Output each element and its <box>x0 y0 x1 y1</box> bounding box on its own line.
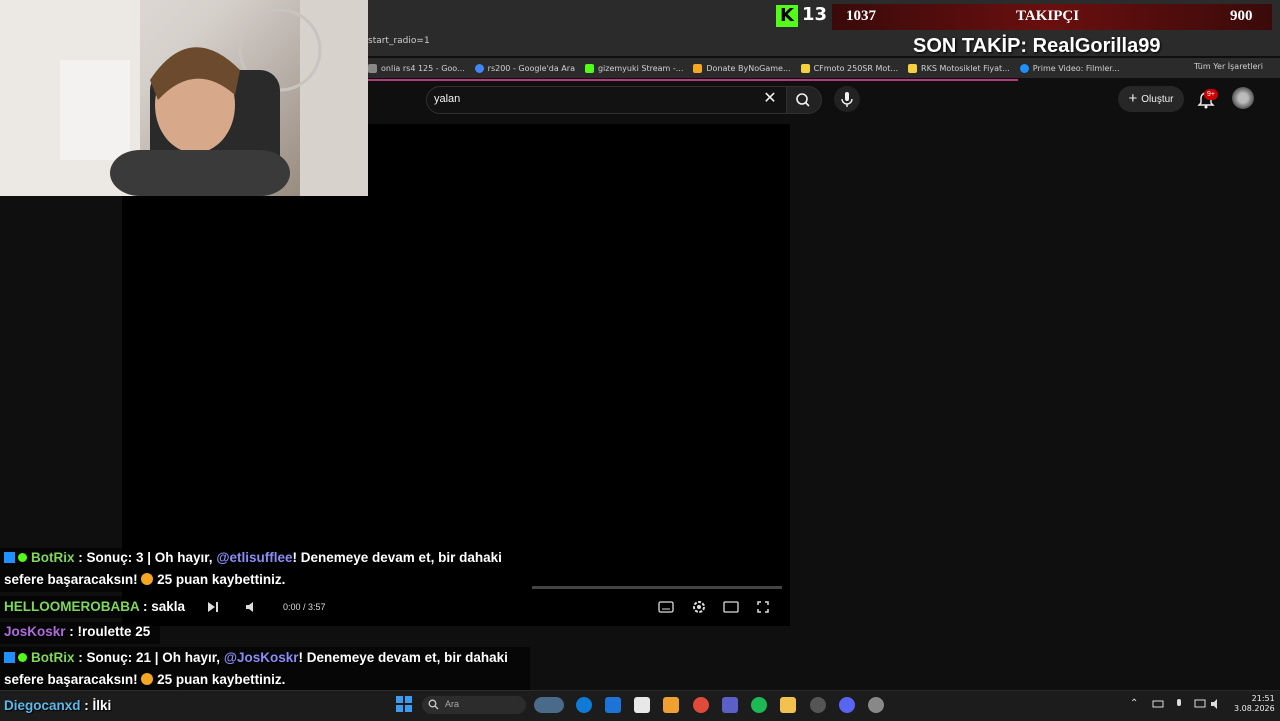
prime-icon <box>1019 63 1029 73</box>
bookmark-item[interactable]: rs200 - Google'da Ara <box>474 63 575 73</box>
video-controls <box>122 594 790 622</box>
kick-icon <box>584 63 594 73</box>
webcam-image <box>0 0 368 196</box>
kick-viewers: 13 <box>802 4 828 25</box>
bookmark-item[interactable]: CFmoto 250SR Mot... <box>800 63 898 73</box>
all-bookmarks[interactable]: Tüm Yer İşaretleri <box>1194 62 1263 71</box>
search-button[interactable] <box>786 86 822 114</box>
bookmark-item[interactable]: onlia rs4 125 - Goo... <box>368 63 465 73</box>
follower-label: TAKIPÇI <box>1016 8 1080 24</box>
follower-count: 1037 <box>846 8 876 24</box>
chat-message: Diegocanxd : İlki <box>4 698 112 713</box>
outlook-icon[interactable] <box>605 697 621 713</box>
chat-message: BotRix : Sonuç: 3 | Oh hayır, @etlisuffl… <box>4 550 502 565</box>
bookmark-icon <box>368 63 377 73</box>
folder-icon[interactable] <box>780 697 796 713</box>
url-text: start_radio=1 <box>368 36 430 46</box>
fullscreen-icon[interactable] <box>756 600 770 614</box>
clock-date: 3.08.2026 <box>1234 704 1275 713</box>
widgets-icon[interactable] <box>534 697 564 713</box>
bookmark-item[interactable]: gizemyuki Stream -... <box>584 63 683 73</box>
subtitles-icon[interactable] <box>658 600 674 614</box>
scrollbar[interactable] <box>1270 82 1280 690</box>
bot-badge-icon <box>4 652 15 663</box>
settings-icon[interactable] <box>691 599 707 615</box>
mic-icon <box>841 92 853 107</box>
donate-icon <box>693 63 703 73</box>
avatar[interactable] <box>1232 87 1254 109</box>
chat-message-cont: sefere başaracaksın! 25 puan kaybettiniz… <box>4 572 286 587</box>
network-icon[interactable] <box>1152 698 1164 710</box>
search-icon <box>796 93 810 107</box>
video-progress-bar[interactable] <box>532 586 782 589</box>
chrome-icon[interactable] <box>693 697 709 713</box>
bookmark-item[interactable]: Donate ByNoGame... <box>693 63 791 73</box>
emoji-icon <box>141 673 154 685</box>
close-icon[interactable]: ✕ <box>762 91 778 107</box>
search-value: yalan <box>434 93 461 105</box>
chat-message: JosKoskr : !roulette 25 <box>4 624 151 639</box>
volume-icon[interactable] <box>1210 698 1222 710</box>
copilot-icon[interactable] <box>663 697 679 713</box>
tray-chevron-icon[interactable]: ⌃ <box>1130 698 1138 709</box>
bookmark-item[interactable]: Prime Video: Filmler... <box>1019 63 1120 73</box>
taskbar-search-text: Ara <box>445 699 460 709</box>
kick-logo: K <box>776 5 798 27</box>
chat-message: HELLOOMEROBABA : sakla <box>4 599 186 614</box>
emoji-icon <box>141 573 154 585</box>
app-icon[interactable] <box>810 697 826 713</box>
follower-goal: 900 <box>1230 8 1253 24</box>
last-follower: SON TAKİP: RealGorilla99 <box>913 35 1161 57</box>
volume-icon[interactable] <box>244 600 258 614</box>
webcam-feed <box>0 0 368 196</box>
obs-icon[interactable] <box>868 697 884 713</box>
chat-message-cont: sefere başaracaksın! 25 puan kaybettiniz… <box>4 672 286 687</box>
notification-badge: 9+ <box>1204 89 1218 100</box>
search-icon <box>428 699 439 710</box>
plus-icon: + <box>1128 90 1138 107</box>
chat-message: BotRix : Sonuç: 21 | Oh hayır, @JosKoskr… <box>4 650 508 665</box>
theater-icon[interactable] <box>723 600 739 614</box>
store-icon[interactable] <box>634 697 650 713</box>
bookmark-item[interactable]: RKS Motosiklet Fiyat... <box>908 63 1010 73</box>
edge-icon[interactable] <box>576 697 592 713</box>
clock-time: 21:51 <box>1251 694 1275 703</box>
teams-icon[interactable] <box>722 697 738 713</box>
google-icon <box>474 63 484 73</box>
loading-bar <box>368 79 1018 81</box>
bookmarks-bar: onlia rs4 125 - Goo... rs200 - Google'da… <box>368 58 1280 78</box>
s-icon <box>800 63 810 73</box>
s-icon <box>908 63 918 73</box>
create-button[interactable]: + Oluştur <box>1118 86 1184 112</box>
windows-icon[interactable] <box>396 696 412 712</box>
mic-button[interactable] <box>834 86 860 112</box>
verified-icon <box>18 653 27 662</box>
video-time: 0:00 / 3:57 <box>283 602 326 612</box>
spotify-icon[interactable] <box>751 697 767 713</box>
bot-badge-icon <box>4 552 15 563</box>
display-icon[interactable] <box>1194 698 1206 710</box>
search-input[interactable] <box>426 86 788 114</box>
next-icon[interactable] <box>206 600 220 614</box>
discord-icon[interactable] <box>839 697 855 713</box>
clock[interactable]: 21:51 3.08.2026 <box>1234 694 1275 714</box>
mic-icon[interactable] <box>1174 698 1184 710</box>
verified-icon <box>18 553 27 562</box>
